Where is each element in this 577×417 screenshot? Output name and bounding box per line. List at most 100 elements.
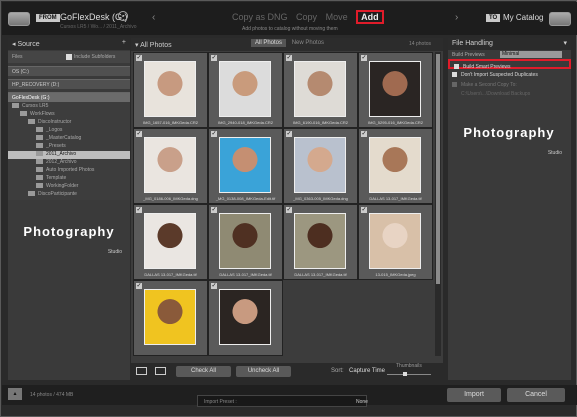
dont-import-duplicates-option[interactable]: Don't Import Suspected Duplicates <box>448 69 571 79</box>
cancel-button[interactable]: Cancel <box>507 388 565 402</box>
thumbnail-cell[interactable]: ✓ IMG_1657-016_IMKGeda.CR2 <box>133 52 208 128</box>
include-subfolders-checkbox[interactable] <box>66 54 72 60</box>
folder-label: Auto Imported Photos <box>46 167 95 173</box>
photo-checkbox[interactable]: ✓ <box>211 131 217 137</box>
thumbnail-cell[interactable]: ✓ <box>133 280 208 356</box>
file-handling-header[interactable]: File Handling ▾ <box>448 38 571 50</box>
folder-tree-node[interactable]: WorkingFolder <box>8 183 130 191</box>
folder-tree-node[interactable]: Template <box>8 175 130 183</box>
photo-checkbox[interactable]: ✓ <box>361 131 367 137</box>
second-copy-checkbox[interactable] <box>452 82 457 87</box>
folder-icon <box>36 159 43 165</box>
import-mode-selector: Copy as DNG Copy Move Add <box>232 10 390 24</box>
thumbnail-cell[interactable]: ✓ 13-015_IMKGeda.jpeg <box>358 204 433 280</box>
import-preset[interactable]: Import Preset : None <box>197 395 368 407</box>
photo-checkbox[interactable]: ✓ <box>136 131 142 137</box>
folder-icon <box>12 103 19 109</box>
collapse-icon[interactable]: ▾ <box>563 39 567 47</box>
mode-copy-as-dng[interactable]: Copy as DNG <box>232 12 288 22</box>
photo-filename: 13-015_IMKGeda.jpeg <box>375 272 416 277</box>
folder-icon <box>36 167 43 173</box>
photo-checkbox[interactable]: ✓ <box>136 207 142 213</box>
add-icon[interactable]: + <box>122 39 126 46</box>
folder-tree-node[interactable]: _MasterCatalog <box>8 135 130 143</box>
photo-checkbox[interactable]: ✓ <box>211 283 217 289</box>
loupe-view-icon[interactable] <box>155 367 166 375</box>
folder-tree-node[interactable]: Auto Imported Photos <box>8 167 130 175</box>
folder-tree-node[interactable]: _Logos <box>8 127 130 135</box>
photo-checkbox[interactable]: ✓ <box>361 55 367 61</box>
folder-label: DiscoInstructor <box>38 119 72 125</box>
drive-goflexdesk[interactable]: GoFlexDesk (G:) <box>8 92 130 102</box>
thumbnail-size-slider[interactable] <box>387 372 431 376</box>
sort-select[interactable]: Capture Time <box>349 368 385 374</box>
mode-add[interactable]: Add <box>356 10 384 24</box>
photo-checkbox[interactable]: ✓ <box>136 283 142 289</box>
import-window: FROM GoFlexDesk (G:) Cursos LR5 / Wo... … <box>0 0 577 417</box>
mode-move[interactable]: Move <box>326 12 348 22</box>
logo-sub: Studio <box>107 249 122 255</box>
thumbnail-cell[interactable]: ✓ IMG_5295-016_IMKGeda.CR2 <box>358 52 433 128</box>
folder-tree-node[interactable]: 2011_Archivo <box>8 151 130 159</box>
photo-checkbox[interactable]: ✓ <box>286 55 292 61</box>
scrollbar-thumb[interactable] <box>436 54 440 284</box>
grid-tabs: All Photos New Photos <box>251 39 328 47</box>
drive-icon <box>8 12 30 26</box>
tab-all-photos[interactable]: All Photos <box>251 39 287 47</box>
drive-os[interactable]: OS (C:) <box>8 66 130 76</box>
photo-thumbnail <box>369 61 421 117</box>
mode-copy[interactable]: Copy <box>296 12 317 22</box>
folder-tree-node[interactable]: 2012_Archivo <box>8 159 130 167</box>
folder-tree-node[interactable]: DiscoInstructor <box>8 119 130 127</box>
photo-checkbox[interactable]: ✓ <box>211 207 217 213</box>
check-all-button[interactable]: Check All <box>176 366 231 377</box>
folder-icon <box>36 151 43 157</box>
uncheck-all-button[interactable]: Uncheck All <box>236 366 291 377</box>
tab-new-photos[interactable]: New Photos <box>288 39 328 47</box>
folder-tree-node[interactable]: Cursos LR5 <box>8 103 130 111</box>
folder-icon <box>36 143 43 149</box>
slider-knob[interactable] <box>403 372 407 376</box>
folder-tree-node[interactable]: DiscoParticipante <box>8 191 130 199</box>
import-preset-label: Import Preset : <box>204 399 237 405</box>
thumbnail-cell[interactable]: ✓ _MG_0138-008_IMKGeda-Edit.tif <box>208 128 283 204</box>
thumbnail-cell[interactable]: ✓ <box>208 280 283 356</box>
files-label: Files <box>12 54 23 60</box>
photo-thumbnail <box>144 61 196 117</box>
thumbnail-cell[interactable]: ✓ DALLAS 13-017_IMKGeda.tif <box>358 128 433 204</box>
import-button[interactable]: Import <box>447 388 501 402</box>
photo-checkbox[interactable]: ✓ <box>136 55 142 61</box>
source-panel-header[interactable]: ◂ Source + <box>8 38 130 50</box>
sort-label: Sort: <box>331 368 344 374</box>
grid-header: ▾ All Photos All Photos New Photos 14 ph… <box>131 38 443 51</box>
second-copy-option[interactable]: Make a Second Copy To: <box>448 79 571 89</box>
build-smart-previews-option[interactable]: Build Smart Previews <box>448 59 571 70</box>
photo-checkbox[interactable]: ✓ <box>361 207 367 213</box>
grid-scrollbar[interactable] <box>435 52 441 356</box>
folder-tree-node[interactable]: WorkFlows <box>8 111 130 119</box>
thumbnail-cell[interactable]: ✓ DALLAS 13-017_IMKGeda.tif <box>283 204 358 280</box>
drive-hp-recovery[interactable]: HP_RECOVERY (D:) <box>8 79 130 89</box>
thumbnail-cell[interactable]: ✓ IMG_2940-018_IMKGeda.CR2 <box>208 52 283 128</box>
source-dropdown-icon[interactable]: ⌄ <box>118 11 128 21</box>
grid-view-icon[interactable] <box>136 367 147 375</box>
photography-logo: Photography Studio <box>8 223 130 255</box>
import-preset-value[interactable]: None <box>356 399 368 405</box>
dont-import-duplicates-checkbox[interactable] <box>452 72 457 77</box>
mode-subtitle: Add photos to catalog without moving the… <box>242 26 338 32</box>
photo-checkbox[interactable]: ✓ <box>286 207 292 213</box>
photo-checkbox[interactable]: ✓ <box>286 131 292 137</box>
build-previews-select[interactable]: Minimal <box>500 51 562 58</box>
destination[interactable]: My Catalog <box>503 13 543 22</box>
thumbnail-cell[interactable]: ✓ _MG_0186-006_IMKGeda.dng <box>133 128 208 204</box>
thumbnail-cell[interactable]: ✓ _MG_0363-005_IMKGeda.dng <box>283 128 358 204</box>
thumbnail-cell[interactable]: ✓ IMG_6190-016_IMKGeda.CR2 <box>283 52 358 128</box>
folder-label: Template <box>46 175 67 181</box>
thumbnail-cell[interactable]: ✓ DALLAS 13-017_IMKGeda.tif <box>133 204 208 280</box>
expand-up-icon[interactable]: ▴ <box>8 388 22 400</box>
folder-tree-node[interactable]: _Presets <box>8 143 130 151</box>
photo-thumbnail <box>294 137 346 193</box>
thumbnail-cell[interactable]: ✓ DALLAS 13-017_IMKGeda.tif <box>208 204 283 280</box>
photo-checkbox[interactable]: ✓ <box>211 55 217 61</box>
grid-title: All Photos <box>140 42 172 49</box>
